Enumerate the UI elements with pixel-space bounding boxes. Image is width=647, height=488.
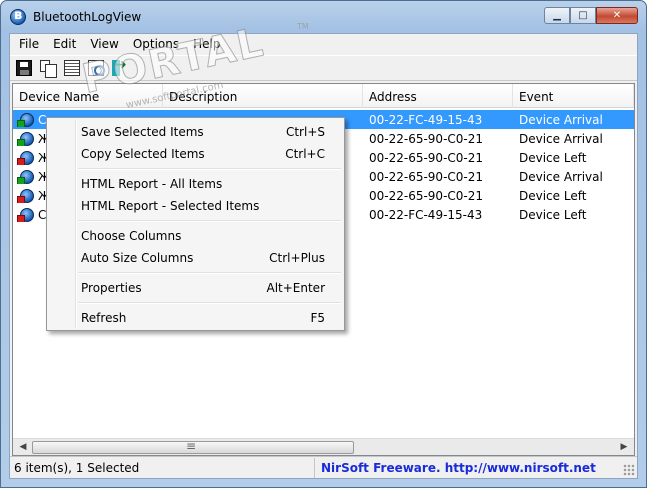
- bluetooth-arrival-icon: [17, 131, 34, 146]
- save-button[interactable]: [14, 58, 34, 78]
- menu-edit[interactable]: Edit: [46, 34, 83, 54]
- menu-item-shortcut: Alt+Enter: [266, 280, 325, 295]
- device-address: 00-22-FC-49-15-43: [369, 112, 483, 127]
- device-event: Device Arrival: [519, 169, 603, 184]
- device-event: Device Left: [519, 188, 587, 203]
- maximize-icon: □: [578, 10, 588, 21]
- copy-icon: [40, 60, 57, 78]
- context-menu: Save Selected Items Ctrl+S Copy Selected…: [46, 117, 345, 331]
- device-address: 00-22-FC-49-15-43: [369, 207, 483, 222]
- device-address: 00-22-65-90-C0-21: [369, 169, 484, 184]
- close-icon: ✕: [612, 10, 622, 21]
- column-description[interactable]: Description: [163, 84, 363, 108]
- title-bar[interactable]: BluetoothLogView ▁ □ ✕: [1, 1, 646, 33]
- horizontal-scrollbar[interactable]: ◀ ▶: [13, 438, 634, 455]
- menu-item-shortcut: Ctrl+C: [285, 146, 325, 161]
- scroll-left-icon[interactable]: ◀: [15, 441, 31, 454]
- menu-item-label: Properties: [81, 280, 142, 295]
- toolbar: [10, 55, 637, 81]
- minimize-button[interactable]: ▁: [544, 7, 570, 24]
- device-address: 00-22-65-90-C0-21: [369, 188, 484, 203]
- save-icon: [16, 60, 32, 76]
- device-event: Device Left: [519, 150, 587, 165]
- menu-html-report-all[interactable]: HTML Report - All Items: [50, 173, 342, 194]
- menu-separator: [78, 302, 341, 304]
- menu-bar: File Edit View Options Help: [10, 34, 637, 54]
- resize-grip-icon[interactable]: [623, 464, 635, 476]
- device-event: Device Arrival: [519, 131, 603, 146]
- menu-choose-columns[interactable]: Choose Columns: [50, 225, 342, 246]
- menu-separator: [78, 272, 341, 274]
- close-button[interactable]: ✕: [596, 7, 638, 24]
- scroll-right-icon[interactable]: ▶: [616, 441, 632, 454]
- bluetooth-app-icon[interactable]: [10, 8, 26, 25]
- exit-button[interactable]: [110, 57, 130, 78]
- scroll-thumb[interactable]: [32, 439, 354, 454]
- menu-separator: [78, 168, 341, 170]
- bluetooth-arrival-icon: [17, 169, 34, 184]
- window-title: BluetoothLogView: [33, 10, 142, 24]
- status-credit-link[interactable]: NirSoft Freeware. http://www.nirsoft.net: [315, 458, 596, 478]
- menu-separator: [78, 220, 341, 222]
- bluetooth-left-icon: [17, 207, 34, 222]
- find-icon: [88, 60, 105, 76]
- menu-item-label: Save Selected Items: [81, 124, 204, 139]
- app-window: BluetoothLogView ▁ □ ✕ File Edit View Op…: [0, 0, 647, 488]
- bluetooth-arrival-icon: [17, 112, 34, 127]
- column-address[interactable]: Address: [363, 84, 513, 108]
- device-event: Device Left: [519, 207, 587, 222]
- device-event: Device Arrival: [519, 112, 603, 127]
- menu-help[interactable]: Help: [186, 34, 227, 54]
- menu-properties[interactable]: Properties Alt+Enter: [50, 277, 342, 298]
- copy-button[interactable]: [38, 58, 58, 78]
- menu-save-selected[interactable]: Save Selected Items Ctrl+S: [50, 121, 342, 142]
- find-button[interactable]: [86, 58, 106, 78]
- menu-item-label: Choose Columns: [81, 228, 182, 243]
- menu-item-shortcut: Ctrl+Plus: [269, 250, 325, 265]
- minimize-icon: ▁: [553, 10, 561, 21]
- menu-view[interactable]: View: [83, 34, 125, 54]
- column-device-name[interactable]: Device Name: [13, 84, 163, 108]
- bluetooth-left-icon: [17, 188, 34, 203]
- menu-options[interactable]: Options: [126, 34, 186, 54]
- status-item-count: 6 item(s), 1 Selected: [10, 457, 315, 478]
- menu-item-shortcut: F5: [310, 310, 325, 325]
- menu-item-label: HTML Report - Selected Items: [81, 198, 260, 213]
- menu-copy-selected[interactable]: Copy Selected Items Ctrl+C: [50, 143, 342, 164]
- menu-item-label: HTML Report - All Items: [81, 176, 223, 191]
- menu-item-label: Refresh: [81, 310, 127, 325]
- list-header: Device Name Description Address Event: [13, 84, 634, 108]
- menu-file[interactable]: File: [12, 34, 46, 54]
- window-controls: ▁ □ ✕: [544, 7, 638, 25]
- menu-item-label: Auto Size Columns: [81, 250, 194, 265]
- menu-item-label: Copy Selected Items: [81, 146, 205, 161]
- properties-icon: [64, 60, 80, 76]
- menu-auto-size-columns[interactable]: Auto Size Columns Ctrl+Plus: [50, 247, 342, 268]
- bluetooth-left-icon: [17, 150, 34, 165]
- properties-button[interactable]: [62, 58, 82, 78]
- exit-icon: [112, 57, 128, 76]
- device-address: 00-22-65-90-C0-21: [369, 131, 484, 146]
- column-event[interactable]: Event: [513, 84, 634, 108]
- menu-refresh[interactable]: Refresh F5: [50, 307, 342, 328]
- maximize-button[interactable]: □: [570, 7, 596, 24]
- device-address: 00-22-65-90-C0-21: [369, 150, 484, 165]
- status-bar: 6 item(s), 1 Selected NirSoft Freeware. …: [10, 456, 637, 478]
- menu-item-shortcut: Ctrl+S: [285, 124, 325, 139]
- menu-html-report-selected[interactable]: HTML Report - Selected Items: [50, 195, 342, 216]
